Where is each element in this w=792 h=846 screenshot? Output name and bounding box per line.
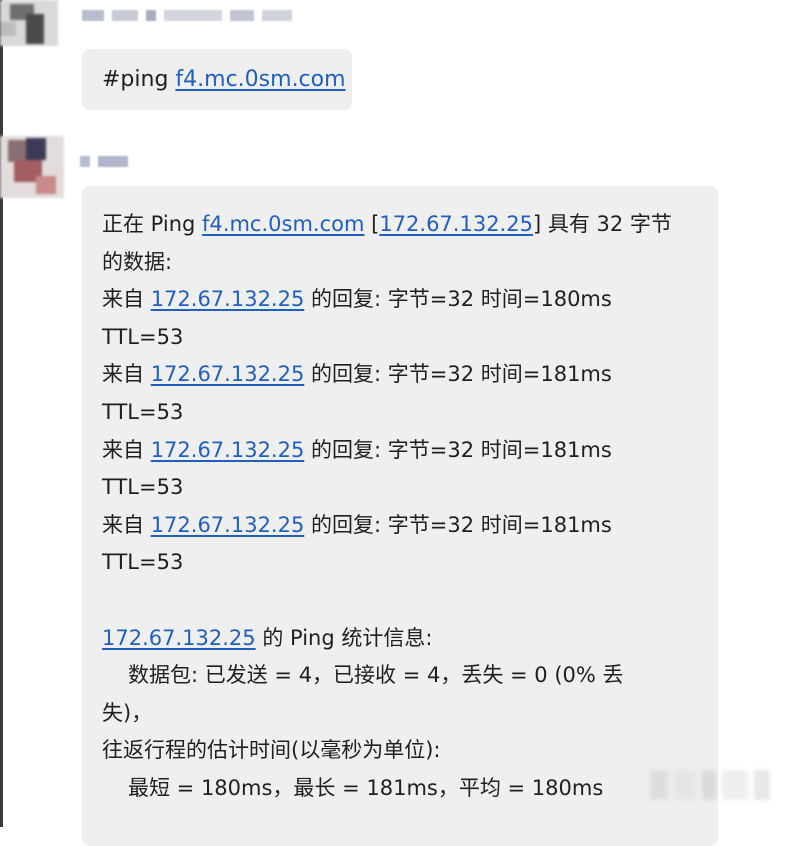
stats-packets-cont: 失)， bbox=[102, 700, 153, 725]
reply-ttl: TTL=53 bbox=[102, 399, 184, 424]
ip-link[interactable]: 172.67.132.25 bbox=[151, 438, 305, 462]
reply-ttl: TTL=53 bbox=[102, 550, 184, 575]
rtt-title-line: 往返行程的估计时间(以毫秒为单位): bbox=[102, 738, 441, 763]
stats-title-text: 的 Ping 统计信息: bbox=[255, 625, 433, 650]
reply-text: 的回复: 字节=32 时间=180ms bbox=[304, 287, 612, 312]
reply-line: 来自 172.67.132.25 的回复: 字节=32 时间=181ms bbox=[102, 356, 698, 394]
window-left-border bbox=[0, 0, 3, 827]
reply-prefix: 来自 bbox=[102, 287, 151, 312]
stats-packets-line: 数据包: 已发送 = 4，已接收 = 4，丢失 = 0 (0% 丢 bbox=[128, 663, 624, 688]
ping-header-line: 正在 Ping f4.mc.0sm.com [172.67.132.25] 具有… bbox=[102, 206, 698, 244]
reply-ttl: TTL=53 bbox=[102, 324, 184, 349]
sender-name-blurred bbox=[80, 154, 128, 168]
host-link[interactable]: f4.mc.0sm.com bbox=[202, 212, 364, 236]
message-bubble: #ping f4.mc.0sm.com bbox=[82, 49, 352, 110]
ip-link[interactable]: 172.67.132.25 bbox=[102, 626, 256, 650]
ping-header-line-cont: 的数据: bbox=[102, 249, 173, 274]
message-link[interactable]: f4.mc.0sm.com bbox=[175, 67, 345, 92]
stats-title-line: 172.67.132.25 的 Ping 统计信息: bbox=[102, 620, 698, 658]
rtt-values-line: 最短 = 180ms，最长 = 181ms，平均 = 180ms bbox=[128, 775, 604, 800]
ip-link[interactable]: 172.67.132.25 bbox=[379, 212, 533, 236]
header-text: 正在 Ping bbox=[102, 212, 203, 236]
reply-prefix: 来自 bbox=[102, 362, 151, 387]
header-text: [ bbox=[364, 212, 380, 236]
avatar[interactable] bbox=[0, 0, 58, 46]
ping-result-bubble: 正在 Ping f4.mc.0sm.com [172.67.132.25] 具有… bbox=[82, 186, 718, 846]
reply-prefix: 来自 bbox=[102, 437, 151, 462]
reply-prefix: 来自 bbox=[102, 512, 151, 537]
blurred-overlay bbox=[650, 770, 770, 810]
message-text: #ping bbox=[102, 67, 176, 92]
header-text: ] 具有 32 字节 bbox=[532, 212, 672, 236]
reply-line: 来自 172.67.132.25 的回复: 字节=32 时间=181ms bbox=[102, 432, 698, 470]
reply-text: 的回复: 字节=32 时间=181ms bbox=[304, 512, 612, 537]
reply-line: 来自 172.67.132.25 的回复: 字节=32 时间=180ms bbox=[102, 281, 698, 319]
reply-line: 来自 172.67.132.25 的回复: 字节=32 时间=181ms bbox=[102, 507, 698, 545]
reply-text: 的回复: 字节=32 时间=181ms bbox=[304, 362, 612, 387]
reply-ttl: TTL=53 bbox=[102, 475, 184, 500]
reply-text: 的回复: 字节=32 时间=181ms bbox=[304, 437, 612, 462]
sender-name-blurred bbox=[82, 8, 292, 22]
avatar[interactable] bbox=[0, 136, 64, 198]
ip-link[interactable]: 172.67.132.25 bbox=[151, 362, 305, 386]
ip-link[interactable]: 172.67.132.25 bbox=[151, 287, 305, 311]
ip-link[interactable]: 172.67.132.25 bbox=[151, 513, 305, 537]
